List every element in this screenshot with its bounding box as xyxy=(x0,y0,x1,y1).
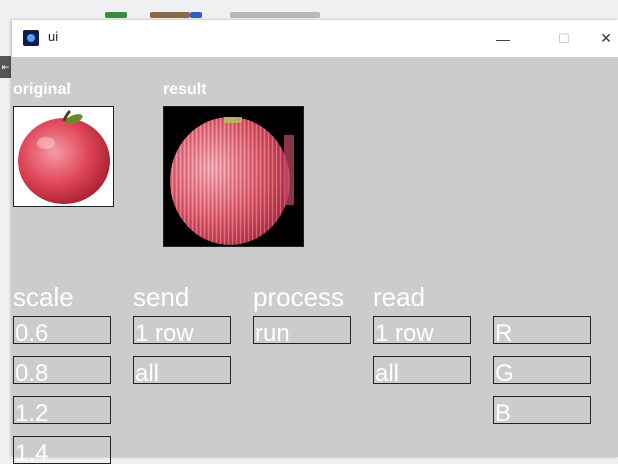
window-title: ui xyxy=(48,29,59,44)
close-button[interactable]: ✕ xyxy=(594,20,618,57)
app-icon xyxy=(23,30,39,46)
apple-result-illustration xyxy=(164,107,303,246)
process-header: process xyxy=(253,282,345,312)
maximize-button[interactable]: ☐ xyxy=(541,20,587,57)
original-image xyxy=(13,106,114,207)
scale-header: scale xyxy=(13,282,74,312)
app-window: ui — ☐ ✕ original result scale send proc… xyxy=(12,20,618,464)
desktop-background-strip xyxy=(0,0,618,20)
desktop-icon xyxy=(150,12,190,18)
desktop-icon xyxy=(105,12,127,18)
collapse-icon: ⇤ xyxy=(1,61,10,72)
close-icon: ✕ xyxy=(600,30,612,46)
read-header: read xyxy=(373,282,426,312)
channel-b-button[interactable]: B xyxy=(493,396,591,424)
result-image xyxy=(163,106,304,247)
scale-1.2-button[interactable]: 1.2 xyxy=(13,396,111,424)
result-image-label: result xyxy=(163,81,207,98)
desktop-icon xyxy=(230,12,320,18)
scale-0.8-button[interactable]: 0.8 xyxy=(13,356,111,384)
minimize-icon: — xyxy=(496,30,510,47)
channel-r-button[interactable]: R xyxy=(493,316,591,344)
send-all-button[interactable]: all xyxy=(133,356,231,384)
desktop-icon xyxy=(190,12,202,18)
scale-0.6-button[interactable]: 0.6 xyxy=(13,316,111,344)
original-image-label: original xyxy=(13,81,71,98)
read-all-button[interactable]: all xyxy=(373,356,471,384)
send-header: send xyxy=(133,282,190,312)
title-bar[interactable]: ui — ☐ ✕ xyxy=(12,20,618,57)
minimize-button[interactable]: — xyxy=(480,20,526,57)
scale-1.4-button[interactable]: 1.4 xyxy=(13,436,111,464)
main-content: original result scale send process read … xyxy=(12,57,618,464)
send-1-row-button[interactable]: 1 row xyxy=(133,316,231,344)
channel-g-button[interactable]: G xyxy=(493,356,591,384)
read-1-row-button[interactable]: 1 row xyxy=(373,316,471,344)
process-run-button[interactable]: run xyxy=(253,316,351,344)
apple-original-illustration xyxy=(18,109,110,204)
maximize-icon: ☐ xyxy=(558,30,570,46)
side-collapse-tab[interactable]: ⇤ xyxy=(0,56,11,78)
